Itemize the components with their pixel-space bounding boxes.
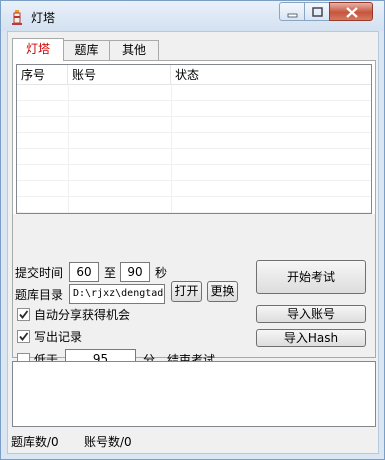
column-header-account[interactable]: 账号 <box>68 65 171 85</box>
check-icon <box>19 310 29 319</box>
tab-question-bank[interactable]: 题库 <box>63 40 110 60</box>
tab-other[interactable]: 其他 <box>109 40 159 60</box>
status-bar: 题库数/0 账号数/0 <box>8 430 378 454</box>
seconds-label: 秒 <box>155 266 168 280</box>
change-button[interactable]: 更换 <box>207 281 238 302</box>
maximize-icon <box>312 7 323 17</box>
write-log-checkbox[interactable] <box>17 330 30 343</box>
submit-min-input[interactable]: 60 <box>69 262 99 282</box>
client-area: 灯塔 题库 其他 序号 账号 状态 提交时间 60 至 90 秒 题库目录 D:… <box>7 31 379 454</box>
table-row <box>17 117 371 133</box>
table-row <box>17 197 371 213</box>
submit-max-input[interactable]: 90 <box>120 262 150 282</box>
minimize-icon <box>287 13 298 18</box>
auto-share-label[interactable]: 自动分享获得机会 <box>34 307 130 323</box>
account-list[interactable]: 序号 账号 状态 <box>16 64 372 214</box>
maximize-button[interactable] <box>304 2 330 21</box>
close-icon <box>346 7 358 18</box>
import-hash-button[interactable]: 导入Hash <box>256 329 366 347</box>
app-icon <box>12 10 22 25</box>
tab-panel: 序号 账号 状态 提交时间 60 至 90 秒 题库目录 D:\rjxz\den… <box>12 60 376 369</box>
open-button[interactable]: 打开 <box>171 281 202 302</box>
auto-share-checkbox[interactable] <box>17 308 30 321</box>
question-dir-label: 题库目录 <box>15 288 64 302</box>
minimize-button[interactable] <box>279 2 305 21</box>
close-button[interactable] <box>329 2 373 21</box>
account-count-status: 账号数/0 <box>84 435 132 449</box>
list-header: 序号 账号 状态 <box>17 65 371 85</box>
table-row <box>17 149 371 165</box>
column-header-index[interactable]: 序号 <box>17 65 68 85</box>
title-bar[interactable]: 灯塔 <box>1 1 384 31</box>
check-icon <box>19 332 29 341</box>
to-label: 至 <box>104 266 117 280</box>
submit-time-label: 提交时间 <box>15 266 64 280</box>
column-header-status[interactable]: 状态 <box>171 65 371 85</box>
window-title: 灯塔 <box>31 11 56 25</box>
question-count-status: 题库数/0 <box>11 435 59 449</box>
tab-dengta[interactable]: 灯塔 <box>12 38 64 61</box>
log-textarea[interactable] <box>12 361 376 427</box>
table-row <box>17 101 371 117</box>
table-row <box>17 165 371 181</box>
start-exam-button[interactable]: 开始考试 <box>256 260 366 294</box>
table-row <box>17 85 371 101</box>
question-dir-input[interactable]: D:\rjxz\dengtadati <box>69 284 165 304</box>
write-log-label[interactable]: 写出记录 <box>34 329 82 345</box>
table-row <box>17 181 371 197</box>
import-accounts-button[interactable]: 导入账号 <box>256 305 366 323</box>
app-window: 灯塔 灯塔 题库 其他 序号 账号 状态 提交时间 60 至 90 秒 题库目录… <box>0 0 385 460</box>
table-row <box>17 133 371 149</box>
